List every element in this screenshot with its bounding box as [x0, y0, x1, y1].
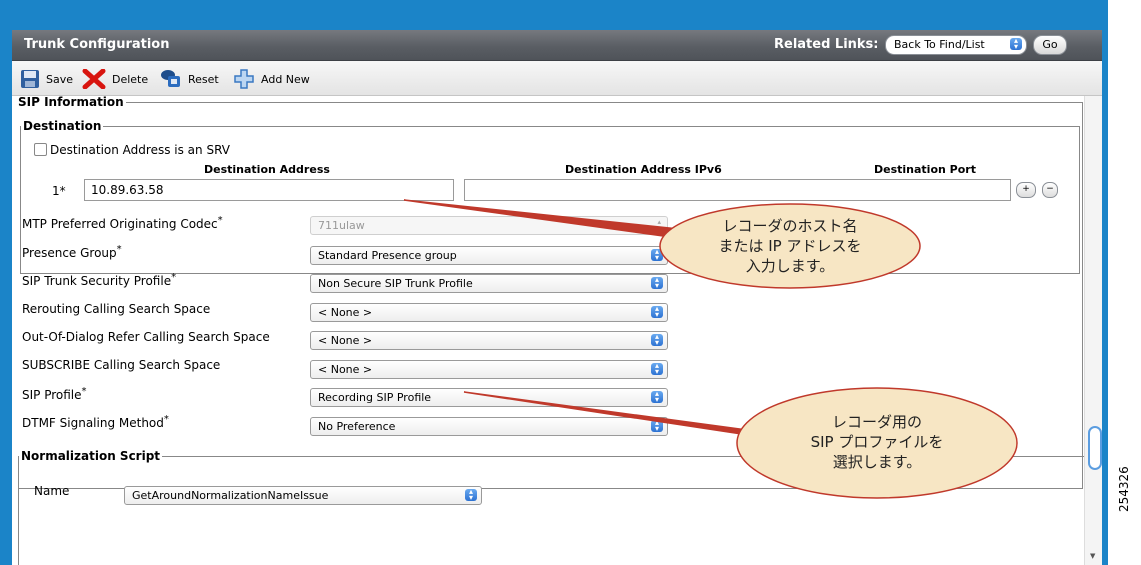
add-new-label: Add New — [261, 72, 310, 86]
content-area: SIP Information Destination Destination … — [12, 95, 1085, 565]
trunk-config-window: Trunk Configuration Related Links: Back … — [12, 30, 1102, 565]
related-links-value: Back To Find/List — [894, 38, 985, 51]
save-button[interactable]: Save — [20, 68, 73, 90]
delete-button[interactable]: Delete — [82, 68, 148, 90]
callout-host-line: 入力します。 — [745, 257, 835, 275]
related-links-label: Related Links: — [774, 37, 879, 52]
related-links-select[interactable]: Back To Find/List ▴ ▾ — [885, 35, 1027, 55]
reset-label: Reset — [188, 72, 219, 86]
callout-profile-line: レコーダ用の — [831, 413, 922, 431]
callout-host-line: または IP アドレスを — [718, 237, 862, 255]
toolbar: Save Delete Reset Add New — [12, 61, 1102, 96]
callout-profile-line: SIP プロファイルを — [810, 433, 944, 451]
reset-icon — [161, 70, 180, 87]
image-id-label: 254326 — [1117, 466, 1131, 512]
delete-x-icon — [82, 69, 106, 89]
scroll-thumb[interactable] — [1088, 426, 1102, 470]
callout-profile-line: 選択します。 — [832, 453, 922, 471]
save-icon — [21, 70, 39, 88]
add-new-button[interactable]: Add New — [233, 68, 310, 90]
save-label: Save — [46, 72, 74, 86]
add-plus-icon — [234, 69, 254, 89]
window-frame: Trunk Configuration Related Links: Back … — [0, 0, 1108, 565]
callout-host-text: レコーダのホスト名 または IP アドレスを 入力します。 — [660, 216, 920, 276]
vertical-scrollbar[interactable]: ▼ — [1084, 96, 1102, 565]
callout-host-line: レコーダのホスト名 — [722, 217, 858, 235]
page-title: Trunk Configuration — [24, 37, 170, 52]
callout-pointer-host — [403, 199, 694, 241]
scroll-down-arrow-icon[interactable]: ▼ — [1090, 552, 1095, 560]
title-bar: Trunk Configuration Related Links: Back … — [12, 30, 1102, 61]
delete-label: Delete — [112, 72, 149, 86]
go-button[interactable]: Go — [1033, 35, 1067, 55]
select-stepper-icon: ▴ ▾ — [1010, 37, 1022, 51]
reset-button[interactable]: Reset — [160, 68, 219, 90]
callout-overlay — [403, 199, 1018, 499]
callout-profile-text: レコーダ用の SIP プロファイルを 選択します。 — [737, 412, 1017, 472]
